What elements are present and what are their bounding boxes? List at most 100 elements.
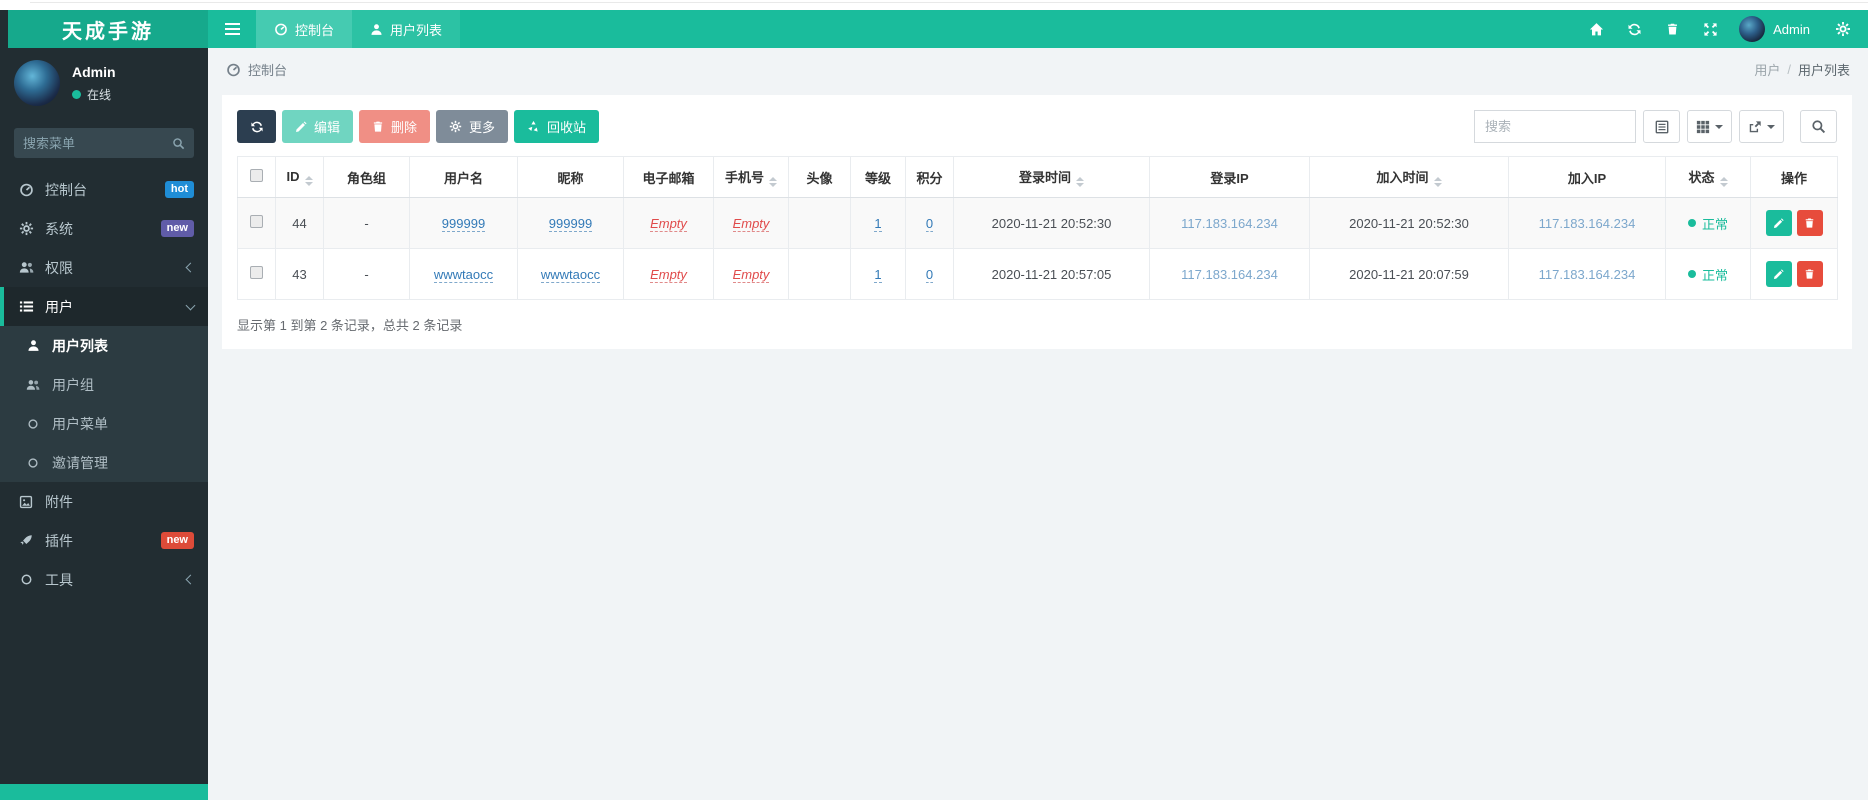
score-link[interactable]: 0 xyxy=(925,266,934,283)
sidebar-item-label: 插件 xyxy=(45,532,73,549)
gears-icon[interactable] xyxy=(1824,10,1862,48)
menu-search-input[interactable] xyxy=(23,135,172,151)
table-header-row: ID 角色组 用户名 昵称 电子邮箱 手机号 头像 等级 积分 登录时间 登录I… xyxy=(237,156,1838,198)
app-logo: 天成手游 xyxy=(8,10,208,48)
cell-login-time: 2020-11-21 20:52:30 xyxy=(953,197,1150,249)
delete-button[interactable]: 删除 xyxy=(359,110,431,143)
online-dot-icon xyxy=(72,89,81,99)
column-header-email[interactable]: 电子邮箱 xyxy=(623,156,714,198)
sidebar-submenu-wrap: 用户列表 用户组 用户菜单 邀请管理 xyxy=(0,326,208,482)
search-button[interactable] xyxy=(1800,110,1837,143)
sort-icon xyxy=(1076,177,1084,187)
column-header-join-time[interactable]: 加入时间 xyxy=(1309,156,1509,198)
pencil-icon xyxy=(1773,268,1784,279)
delete-button-label: 删除 xyxy=(391,120,418,135)
sidebar-item-label: 系统 xyxy=(45,220,73,237)
column-header-join-ip[interactable]: 加入IP xyxy=(1508,156,1666,198)
home-icon[interactable] xyxy=(1577,10,1615,48)
nickname-link[interactable]: 999999 xyxy=(548,215,593,232)
columns-dropdown-button[interactable] xyxy=(1687,110,1732,143)
sort-icon xyxy=(304,175,313,186)
pencil-icon xyxy=(1773,217,1784,228)
record-summary: 显示第 1 到第 2 条记录，总共 2 条记录 xyxy=(237,318,463,333)
sidebar-item-invite-manage[interactable]: 邀请管理 xyxy=(0,443,208,482)
select-all-checkbox[interactable] xyxy=(250,169,263,182)
column-header-id[interactable]: ID xyxy=(275,156,324,198)
row-edit-button[interactable] xyxy=(1765,210,1792,236)
cell-group: - xyxy=(323,197,410,249)
toggle-view-button[interactable] xyxy=(1643,110,1680,143)
topbar-tab-dashboard[interactable]: 控制台 xyxy=(256,10,353,48)
edit-button[interactable]: 编辑 xyxy=(282,110,354,143)
sidebar-item-auth[interactable]: 权限 xyxy=(0,248,208,287)
users-icon xyxy=(24,378,42,392)
recycle-icon xyxy=(527,120,540,133)
sidebar-user-panel: Admin 在线 xyxy=(0,48,208,116)
row-edit-button[interactable] xyxy=(1765,261,1792,287)
sidebar-item-user-group[interactable]: 用户组 xyxy=(0,365,208,404)
nickname-link[interactable]: wwwtaocc xyxy=(540,266,601,283)
column-header-username[interactable]: 用户名 xyxy=(409,156,518,198)
join-ip-value: 117.183.164.234 xyxy=(1538,215,1636,231)
column-header-login-ip[interactable]: 登录IP xyxy=(1149,156,1310,198)
refresh-icon[interactable] xyxy=(1615,10,1653,48)
column-header-group[interactable]: 角色组 xyxy=(323,156,410,198)
topbar-user-menu[interactable]: Admin xyxy=(1773,22,1810,37)
sidebar-item-label: 附件 xyxy=(45,493,73,510)
trash-icon xyxy=(372,120,384,133)
column-header-nickname[interactable]: 昵称 xyxy=(517,156,624,198)
avatar[interactable] xyxy=(14,60,60,106)
refresh-button[interactable] xyxy=(237,110,276,143)
list-icon xyxy=(17,299,35,314)
email-empty-value[interactable]: Empty xyxy=(650,215,687,232)
join-ip-value: 117.183.164.234 xyxy=(1538,266,1636,282)
mobile-empty-value[interactable]: Empty xyxy=(732,266,770,283)
column-header-score[interactable]: 积分 xyxy=(905,156,954,198)
column-header-avatar[interactable]: 头像 xyxy=(788,156,851,198)
mobile-empty-value[interactable]: Empty xyxy=(732,215,770,232)
level-link[interactable]: 1 xyxy=(874,266,882,283)
username-link[interactable]: 999999 xyxy=(441,215,486,232)
sidebar-item-attachment[interactable]: 附件 xyxy=(0,482,208,521)
gauge-icon xyxy=(17,182,35,197)
circle-icon xyxy=(24,457,42,469)
level-link[interactable]: 1 xyxy=(874,215,882,232)
more-button[interactable]: 更多 xyxy=(436,110,509,143)
avatar[interactable] xyxy=(1739,16,1766,42)
breadcrumb-current: 用户列表 xyxy=(1797,62,1850,78)
column-header-mobile[interactable]: 手机号 xyxy=(713,156,789,198)
row-checkbox[interactable] xyxy=(250,215,263,228)
score-link[interactable]: 0 xyxy=(925,215,934,232)
cell-avatar xyxy=(788,197,851,249)
row-delete-button[interactable] xyxy=(1796,261,1823,287)
recycle-bin-button[interactable]: 回收站 xyxy=(514,110,600,143)
sidebar-item-user-list[interactable]: 用户列表 xyxy=(0,326,208,365)
sidebar-item-dashboard[interactable]: 控制台 hot xyxy=(0,170,208,209)
edit-button-label: 编辑 xyxy=(314,120,341,135)
table-search-input[interactable] xyxy=(1474,110,1636,143)
fullscreen-icon[interactable] xyxy=(1691,10,1729,48)
sidebar-item-tools[interactable]: 工具 xyxy=(0,560,208,599)
table-row: 44 - 999999 999999 Empty Empty 1 0 2020-… xyxy=(237,197,1838,249)
chevron-down-icon xyxy=(185,300,196,310)
export-dropdown-button[interactable] xyxy=(1739,110,1784,143)
row-delete-button[interactable] xyxy=(1796,210,1823,236)
row-checkbox[interactable] xyxy=(250,266,263,279)
column-header-login-time[interactable]: 登录时间 xyxy=(953,156,1150,198)
table-toolbar: 编辑 删除 更多 回收站 xyxy=(237,110,1837,143)
column-header-level[interactable]: 等级 xyxy=(850,156,906,198)
sidebar-item-addon[interactable]: 插件 new xyxy=(0,521,208,560)
topbar-tab-user-list[interactable]: 用户列表 xyxy=(352,10,461,48)
sidebar-item-system[interactable]: 系统 new xyxy=(0,209,208,248)
sidebar-item-user-menu[interactable]: 用户菜单 xyxy=(0,404,208,443)
username-link[interactable]: wwwtaocc xyxy=(433,266,494,283)
column-header-status[interactable]: 状态 xyxy=(1665,156,1751,198)
breadcrumb-parent[interactable]: 用户 xyxy=(1754,60,1780,79)
search-icon[interactable] xyxy=(172,137,185,150)
user-list-panel: 编辑 删除 更多 回收站 搜索 ID 角色组 用户名 昵称 电子邮箱 手机号 头… xyxy=(222,95,1852,349)
sidebar-item-user[interactable]: 用户 xyxy=(0,287,208,326)
trash-icon[interactable] xyxy=(1653,10,1691,48)
caret-down-icon xyxy=(1715,124,1723,129)
email-empty-value[interactable]: Empty xyxy=(650,266,687,283)
sidebar-toggle-button[interactable] xyxy=(208,10,256,48)
